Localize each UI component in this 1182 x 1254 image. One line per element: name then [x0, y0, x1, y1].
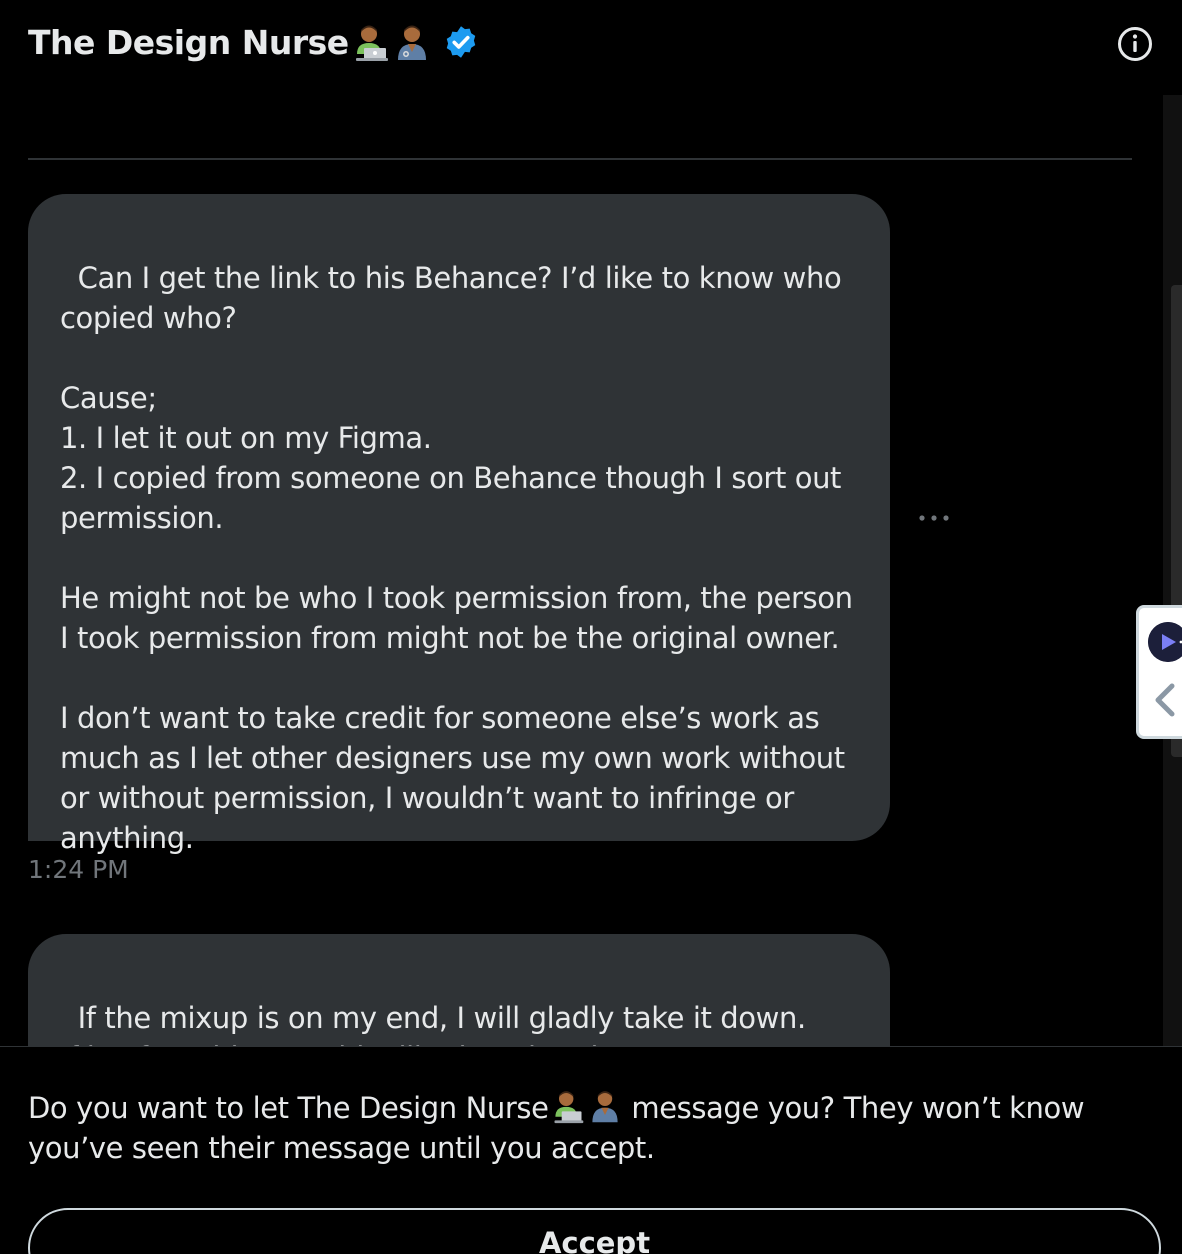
- prompt-text-before: Do you want to let The Design Nurse: [28, 1091, 549, 1125]
- conversation-title: The Design Nurse: [28, 22, 479, 62]
- message-timestamp: 1:24 PM: [28, 855, 129, 884]
- verified-badge-icon: [446, 26, 475, 58]
- technologist-emoji-icon: [355, 25, 388, 61]
- technologist-emoji-icon: [554, 1091, 583, 1124]
- accept-button[interactable]: Accept: [28, 1208, 1161, 1254]
- message-request-prompt: Do you want to let The Design Nurse mess…: [28, 1088, 1158, 1168]
- divider: [28, 158, 1132, 160]
- conversation-title-text: The Design Nurse: [28, 22, 349, 62]
- more-options-icon[interactable]: [915, 506, 953, 530]
- health-worker-emoji-icon: [591, 1091, 618, 1123]
- chevron-left-icon[interactable]: [1150, 680, 1180, 720]
- message-bubble[interactable]: Can I get the link to his Behance? I’d l…: [28, 194, 890, 855]
- extension-logo-icon[interactable]: [1148, 622, 1182, 662]
- message-text: Can I get the link to his Behance? I’d l…: [60, 261, 853, 855]
- info-icon[interactable]: [1117, 26, 1153, 62]
- conversation-header: The Design Nurse: [0, 0, 1182, 95]
- health-worker-emoji-icon: [397, 25, 426, 60]
